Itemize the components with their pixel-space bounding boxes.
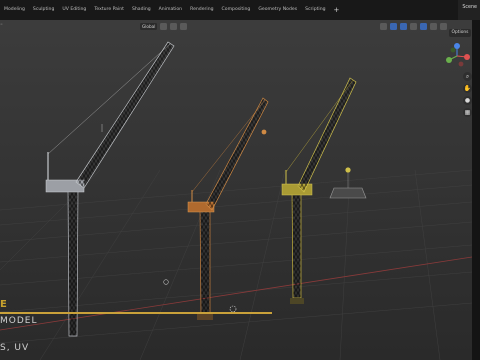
axis-gizmo-icon[interactable] [443, 42, 471, 70]
zoom-icon[interactable]: ⌕ [463, 72, 472, 81]
tab-uv-editing[interactable]: UV Editing [58, 0, 90, 20]
add-workspace-button[interactable]: + [330, 0, 344, 20]
overlay-subtitle: MODEL [0, 316, 38, 326]
tab-shading[interactable]: Shading [128, 0, 155, 20]
gizmo-toggle-icon[interactable] [390, 22, 397, 30]
scene-label: Scene [462, 5, 477, 10]
tab-geometry-nodes[interactable]: Geometry Nodes [254, 0, 301, 20]
xray-icon[interactable] [410, 22, 417, 30]
pivot-icon[interactable] [160, 22, 168, 30]
viewport-scene [0, 20, 472, 360]
tab-texture-paint[interactable]: Texture Paint [90, 0, 128, 20]
left-toolbar-hint: ◦ [0, 22, 3, 28]
material-shading-icon[interactable] [430, 22, 437, 30]
top-bar: Modeling Sculpting UV Editing Texture Pa… [0, 0, 480, 20]
grid-icon[interactable]: ▦ [463, 108, 472, 117]
accent-line [0, 312, 272, 314]
viewport-shading-controls [380, 22, 447, 30]
tab-compositing[interactable]: Compositing [218, 0, 255, 20]
snap-icon[interactable] [170, 22, 178, 30]
workspace-tabs: Modeling Sculpting UV Editing Texture Pa… [0, 0, 343, 20]
scene-selector[interactable]: Scene [458, 0, 480, 20]
tab-modeling[interactable]: Modeling [0, 0, 29, 20]
right-sidebar-strip [472, 20, 480, 360]
view-object-types-icon[interactable] [380, 22, 387, 30]
viewport-transform-controls: Global [140, 22, 188, 30]
transform-orientation[interactable]: Global [140, 22, 158, 30]
options-button[interactable]: Options [449, 29, 471, 37]
tab-sculpting[interactable]: Sculpting [29, 0, 58, 20]
tab-animation[interactable]: Animation [155, 0, 186, 20]
rendered-shading-icon[interactable] [440, 22, 447, 30]
solid-shading-icon[interactable] [420, 22, 427, 30]
3d-viewport[interactable] [0, 20, 472, 360]
overlay-title: E [0, 299, 7, 310]
overlay-line3: S, UV [0, 343, 30, 353]
proportional-icon[interactable] [180, 22, 188, 30]
camera-icon[interactable]: ● [463, 96, 472, 105]
tab-scripting[interactable]: Scripting [301, 0, 329, 20]
tab-rendering[interactable]: Rendering [186, 0, 217, 20]
hand-icon[interactable]: ✋ [463, 84, 472, 93]
shading-mode-label: Global [142, 23, 156, 29]
overlay-toggle-icon[interactable] [400, 22, 407, 30]
